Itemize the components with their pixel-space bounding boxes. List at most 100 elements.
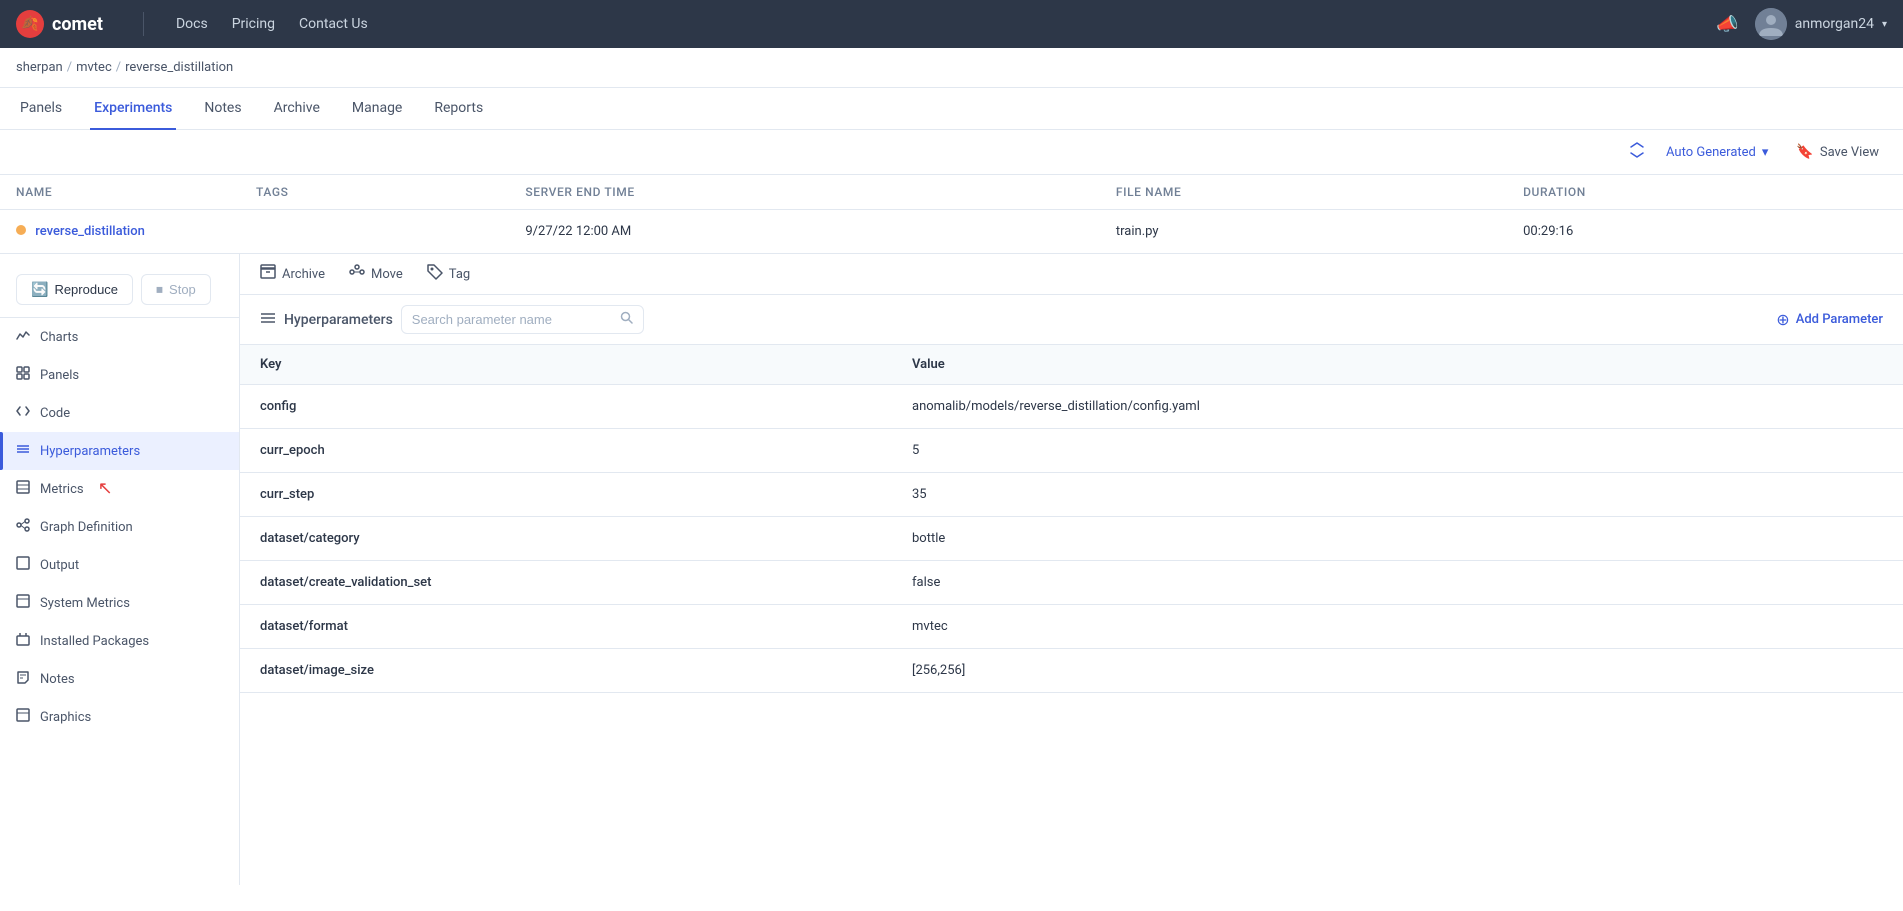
archive-action[interactable]: Archive <box>260 264 325 284</box>
breadcrumb-sep-1: / <box>67 60 72 75</box>
charts-icon <box>16 328 30 346</box>
search-box <box>401 305 644 334</box>
system-metrics-icon <box>16 594 30 612</box>
table-row: dataset/create_validation_set false <box>240 561 1903 605</box>
archive-label: Archive <box>282 267 325 282</box>
tab-experiments[interactable]: Experiments <box>90 88 176 130</box>
notification-icon[interactable]: 📣 <box>1716 14 1738 35</box>
search-icon <box>620 311 633 328</box>
user-menu[interactable]: anmorgan24 ▾ <box>1755 8 1887 40</box>
sidebar-item-notes[interactable]: Notes <box>0 660 239 698</box>
table-row: dataset/image_size [256,256] <box>240 649 1903 693</box>
section-title: Hyperparameters <box>284 312 393 328</box>
sidebar-item-system-metrics[interactable]: System Metrics <box>0 584 239 622</box>
avatar <box>1755 8 1787 40</box>
col-key: Key <box>240 345 892 385</box>
logo[interactable]: 🍂 comet <box>16 10 103 38</box>
nav-divider <box>143 12 144 36</box>
collapse-button[interactable] <box>1628 141 1646 163</box>
table-row: config anomalib/models/reverse_distillat… <box>240 385 1903 429</box>
output-icon <box>16 556 30 574</box>
reproduce-icon: 🔄 <box>31 281 48 298</box>
sidebar-item-label-code: Code <box>40 406 70 421</box>
experiment-file-name-cell: train.py <box>1100 210 1507 254</box>
table-row: curr_step 35 <box>240 473 1903 517</box>
breadcrumb-current: reverse_distillation <box>125 60 233 75</box>
tab-manage[interactable]: Manage <box>348 88 406 130</box>
col-duration: DURATION <box>1507 175 1903 210</box>
section-title-area: Hyperparameters <box>260 305 644 334</box>
stop-button[interactable]: ⏹ Stop <box>141 274 211 305</box>
hyperparameters-section-icon <box>260 310 276 330</box>
reproduce-button[interactable]: 🔄 Reproduce <box>16 274 133 305</box>
top-navigation: 🍂 comet Docs Pricing Contact Us 📣 anmorg… <box>0 0 1903 48</box>
tag-action[interactable]: Tag <box>427 264 470 284</box>
breadcrumb-mvtec[interactable]: mvtec <box>76 60 112 75</box>
table-row: dataset/category bottle <box>240 517 1903 561</box>
sidebar-item-label-panels: Panels <box>40 368 79 383</box>
stop-icon: ⏹ <box>156 281 163 298</box>
move-icon <box>349 264 365 284</box>
param-key: dataset/create_validation_set <box>240 561 892 605</box>
auto-generated-label: Auto Generated <box>1666 145 1756 160</box>
col-file-name: FILE NAME <box>1100 175 1507 210</box>
auto-generated-chevron: ▾ <box>1762 145 1769 160</box>
experiment-duration-cell: 00:29:16 <box>1507 210 1903 254</box>
sidebar-item-output[interactable]: Output <box>0 546 239 584</box>
experiment-end-time-cell: 9/27/22 12:00 AM <box>509 210 1100 254</box>
panels-icon <box>16 366 30 384</box>
tabs-bar: Panels Experiments Notes Archive Manage … <box>0 88 1903 130</box>
logo-text: comet <box>52 14 103 35</box>
right-content: Archive Move Tag Hyperparameter <box>240 254 1903 885</box>
add-parameter-button[interactable]: ⊕ Add Parameter <box>1776 310 1883 329</box>
tab-reports[interactable]: Reports <box>430 88 487 130</box>
sidebar-item-panels[interactable]: Panels <box>0 356 239 394</box>
experiment-name-cell: reverse_distillation <box>0 210 240 254</box>
col-tags: TAGS <box>240 175 509 210</box>
section-header: Hyperparameters ⊕ Add Parameter <box>240 295 1903 345</box>
param-value: [256,256] <box>892 649 1903 693</box>
code-icon <box>16 404 30 422</box>
table-row: dataset/format mvtec <box>240 605 1903 649</box>
nav-contact-us[interactable]: Contact Us <box>299 16 368 32</box>
search-input[interactable] <box>412 312 612 327</box>
stop-label: Stop <box>169 282 196 297</box>
nav-pricing[interactable]: Pricing <box>232 16 275 32</box>
param-key: dataset/image_size <box>240 649 892 693</box>
tab-archive[interactable]: Archive <box>270 88 324 130</box>
param-key: config <box>240 385 892 429</box>
sidebar-item-graph-definition[interactable]: Graph Definition <box>0 508 239 546</box>
nav-docs[interactable]: Docs <box>176 16 208 32</box>
reproduce-label: Reproduce <box>54 282 118 297</box>
save-view-button[interactable]: 🔖 Save View <box>1788 140 1887 164</box>
hyperparameters-icon <box>16 442 30 460</box>
param-value: 5 <box>892 429 1903 473</box>
sidebar-item-metrics[interactable]: Metrics ↖ <box>0 470 239 508</box>
sidebar-item-label-graph-definition: Graph Definition <box>40 520 133 535</box>
breadcrumb-sherpan[interactable]: sherpan <box>16 60 63 75</box>
sidebar-item-label-graphics: Graphics <box>40 710 91 725</box>
tag-label: Tag <box>449 267 470 282</box>
sidebar-item-label-metrics: Metrics <box>40 482 84 497</box>
graph-definition-icon <box>16 518 30 536</box>
sidebar-item-hyperparameters[interactable]: Hyperparameters <box>0 432 239 470</box>
status-dot <box>16 225 26 235</box>
sidebar-item-code[interactable]: Code <box>0 394 239 432</box>
top-nav-right: 📣 anmorgan24 ▾ <box>1716 8 1887 40</box>
param-key: dataset/format <box>240 605 892 649</box>
metrics-icon <box>16 480 30 498</box>
move-action[interactable]: Move <box>349 264 403 284</box>
sidebar-item-graphics[interactable]: Graphics <box>0 698 239 736</box>
table-row[interactable]: reverse_distillation 9/27/22 12:00 AM tr… <box>0 210 1903 254</box>
param-value: mvtec <box>892 605 1903 649</box>
experiment-name-link[interactable]: reverse_distillation <box>35 224 145 239</box>
tab-panels[interactable]: Panels <box>16 88 66 130</box>
sidebar-item-charts[interactable]: Charts <box>0 318 239 356</box>
archive-icon <box>260 264 276 284</box>
tag-icon <box>427 264 443 284</box>
bookmark-icon: 🔖 <box>1796 144 1813 160</box>
auto-generated-button[interactable]: Auto Generated ▾ <box>1658 141 1776 164</box>
table-row: curr_epoch 5 <box>240 429 1903 473</box>
sidebar-item-installed-packages[interactable]: Installed Packages <box>0 622 239 660</box>
tab-notes[interactable]: Notes <box>200 88 245 130</box>
